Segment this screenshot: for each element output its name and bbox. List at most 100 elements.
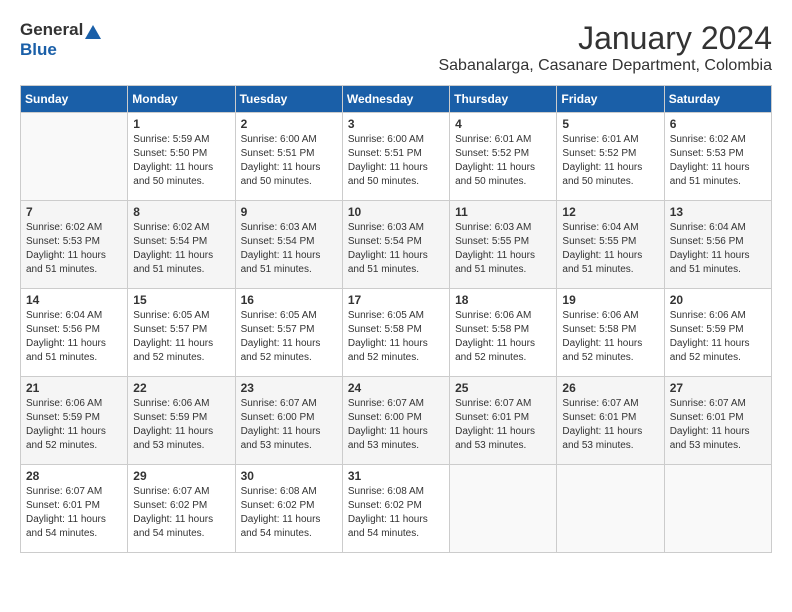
calendar-cell: 20 Sunrise: 6:06 AMSunset: 5:59 PMDaylig… xyxy=(664,289,771,377)
day-number: 25 xyxy=(455,381,551,395)
calendar-cell: 18 Sunrise: 6:06 AMSunset: 5:58 PMDaylig… xyxy=(450,289,557,377)
calendar-cell: 3 Sunrise: 6:00 AMSunset: 5:51 PMDayligh… xyxy=(342,113,449,201)
calendar-cell: 31 Sunrise: 6:08 AMSunset: 6:02 PMDaylig… xyxy=(342,465,449,553)
day-info: Sunrise: 6:07 AMSunset: 6:02 PMDaylight:… xyxy=(133,486,213,539)
calendar-cell: 30 Sunrise: 6:08 AMSunset: 6:02 PMDaylig… xyxy=(235,465,342,553)
day-number: 30 xyxy=(241,469,337,483)
calendar-cell xyxy=(664,465,771,553)
weekday-header-tuesday: Tuesday xyxy=(235,86,342,113)
calendar-table: SundayMondayTuesdayWednesdayThursdayFrid… xyxy=(20,85,772,553)
day-info: Sunrise: 6:03 AMSunset: 5:55 PMDaylight:… xyxy=(455,222,535,275)
day-info: Sunrise: 6:06 AMSunset: 5:59 PMDaylight:… xyxy=(26,398,106,451)
logo-triangle-icon xyxy=(85,25,101,39)
calendar-cell xyxy=(450,465,557,553)
day-info: Sunrise: 6:02 AMSunset: 5:53 PMDaylight:… xyxy=(670,134,750,187)
weekday-header-monday: Monday xyxy=(128,86,235,113)
day-info: Sunrise: 6:03 AMSunset: 5:54 PMDaylight:… xyxy=(241,222,321,275)
day-info: Sunrise: 6:02 AMSunset: 5:53 PMDaylight:… xyxy=(26,222,106,275)
calendar-cell: 13 Sunrise: 6:04 AMSunset: 5:56 PMDaylig… xyxy=(664,201,771,289)
calendar-cell: 24 Sunrise: 6:07 AMSunset: 6:00 PMDaylig… xyxy=(342,377,449,465)
calendar-cell: 26 Sunrise: 6:07 AMSunset: 6:01 PMDaylig… xyxy=(557,377,664,465)
day-info: Sunrise: 6:07 AMSunset: 6:00 PMDaylight:… xyxy=(348,398,428,451)
calendar-cell: 8 Sunrise: 6:02 AMSunset: 5:54 PMDayligh… xyxy=(128,201,235,289)
title-area: January 2024 Sabanalarga, Casanare Depar… xyxy=(438,20,772,75)
day-info: Sunrise: 6:06 AMSunset: 5:59 PMDaylight:… xyxy=(670,310,750,363)
day-info: Sunrise: 6:08 AMSunset: 6:02 PMDaylight:… xyxy=(241,486,321,539)
day-info: Sunrise: 6:01 AMSunset: 5:52 PMDaylight:… xyxy=(562,134,642,187)
day-number: 9 xyxy=(241,205,337,219)
day-number: 17 xyxy=(348,293,444,307)
weekday-header-thursday: Thursday xyxy=(450,86,557,113)
calendar-cell: 16 Sunrise: 6:05 AMSunset: 5:57 PMDaylig… xyxy=(235,289,342,377)
day-info: Sunrise: 6:08 AMSunset: 6:02 PMDaylight:… xyxy=(348,486,428,539)
day-info: Sunrise: 6:04 AMSunset: 5:56 PMDaylight:… xyxy=(26,310,106,363)
calendar-cell: 22 Sunrise: 6:06 AMSunset: 5:59 PMDaylig… xyxy=(128,377,235,465)
calendar-cell: 12 Sunrise: 6:04 AMSunset: 5:55 PMDaylig… xyxy=(557,201,664,289)
day-number: 3 xyxy=(348,117,444,131)
calendar-cell: 7 Sunrise: 6:02 AMSunset: 5:53 PMDayligh… xyxy=(21,201,128,289)
day-number: 4 xyxy=(455,117,551,131)
day-info: Sunrise: 6:05 AMSunset: 5:57 PMDaylight:… xyxy=(133,310,213,363)
header: General Blue January 2024 Sabanalarga, C… xyxy=(20,20,772,75)
day-number: 22 xyxy=(133,381,229,395)
calendar-cell: 5 Sunrise: 6:01 AMSunset: 5:52 PMDayligh… xyxy=(557,113,664,201)
month-title: January 2024 xyxy=(438,20,772,57)
day-number: 15 xyxy=(133,293,229,307)
subtitle: Sabanalarga, Casanare Department, Colomb… xyxy=(438,57,772,75)
day-number: 14 xyxy=(26,293,122,307)
day-number: 16 xyxy=(241,293,337,307)
day-info: Sunrise: 6:04 AMSunset: 5:56 PMDaylight:… xyxy=(670,222,750,275)
calendar-cell: 2 Sunrise: 6:00 AMSunset: 5:51 PMDayligh… xyxy=(235,113,342,201)
day-number: 18 xyxy=(455,293,551,307)
day-number: 23 xyxy=(241,381,337,395)
day-info: Sunrise: 6:00 AMSunset: 5:51 PMDaylight:… xyxy=(241,134,321,187)
day-number: 2 xyxy=(241,117,337,131)
day-info: Sunrise: 6:07 AMSunset: 6:01 PMDaylight:… xyxy=(562,398,642,451)
calendar-cell: 10 Sunrise: 6:03 AMSunset: 5:54 PMDaylig… xyxy=(342,201,449,289)
calendar-cell: 28 Sunrise: 6:07 AMSunset: 6:01 PMDaylig… xyxy=(21,465,128,553)
day-number: 21 xyxy=(26,381,122,395)
day-number: 28 xyxy=(26,469,122,483)
weekday-header-wednesday: Wednesday xyxy=(342,86,449,113)
weekday-header-friday: Friday xyxy=(557,86,664,113)
day-info: Sunrise: 6:01 AMSunset: 5:52 PMDaylight:… xyxy=(455,134,535,187)
day-info: Sunrise: 6:07 AMSunset: 6:01 PMDaylight:… xyxy=(455,398,535,451)
day-info: Sunrise: 6:06 AMSunset: 5:58 PMDaylight:… xyxy=(455,310,535,363)
day-number: 7 xyxy=(26,205,122,219)
day-number: 6 xyxy=(670,117,766,131)
day-info: Sunrise: 6:03 AMSunset: 5:54 PMDaylight:… xyxy=(348,222,428,275)
calendar-cell: 29 Sunrise: 6:07 AMSunset: 6:02 PMDaylig… xyxy=(128,465,235,553)
day-number: 31 xyxy=(348,469,444,483)
day-number: 13 xyxy=(670,205,766,219)
calendar-cell: 25 Sunrise: 6:07 AMSunset: 6:01 PMDaylig… xyxy=(450,377,557,465)
calendar-cell: 1 Sunrise: 5:59 AMSunset: 5:50 PMDayligh… xyxy=(128,113,235,201)
calendar-cell: 21 Sunrise: 6:06 AMSunset: 5:59 PMDaylig… xyxy=(21,377,128,465)
calendar-cell xyxy=(21,113,128,201)
day-info: Sunrise: 6:00 AMSunset: 5:51 PMDaylight:… xyxy=(348,134,428,187)
weekday-header-saturday: Saturday xyxy=(664,86,771,113)
calendar-cell xyxy=(557,465,664,553)
calendar-cell: 6 Sunrise: 6:02 AMSunset: 5:53 PMDayligh… xyxy=(664,113,771,201)
day-number: 26 xyxy=(562,381,658,395)
day-info: Sunrise: 6:07 AMSunset: 6:01 PMDaylight:… xyxy=(26,486,106,539)
day-number: 5 xyxy=(562,117,658,131)
calendar-cell: 19 Sunrise: 6:06 AMSunset: 5:58 PMDaylig… xyxy=(557,289,664,377)
day-info: Sunrise: 6:05 AMSunset: 5:58 PMDaylight:… xyxy=(348,310,428,363)
day-number: 10 xyxy=(348,205,444,219)
logo-general: General xyxy=(20,20,83,39)
day-number: 19 xyxy=(562,293,658,307)
calendar-cell: 14 Sunrise: 6:04 AMSunset: 5:56 PMDaylig… xyxy=(21,289,128,377)
calendar-cell: 17 Sunrise: 6:05 AMSunset: 5:58 PMDaylig… xyxy=(342,289,449,377)
day-number: 8 xyxy=(133,205,229,219)
day-number: 24 xyxy=(348,381,444,395)
logo-blue: Blue xyxy=(20,40,57,59)
calendar-cell: 9 Sunrise: 6:03 AMSunset: 5:54 PMDayligh… xyxy=(235,201,342,289)
day-info: Sunrise: 6:06 AMSunset: 5:59 PMDaylight:… xyxy=(133,398,213,451)
day-info: Sunrise: 6:04 AMSunset: 5:55 PMDaylight:… xyxy=(562,222,642,275)
weekday-header-sunday: Sunday xyxy=(21,86,128,113)
day-info: Sunrise: 5:59 AMSunset: 5:50 PMDaylight:… xyxy=(133,134,213,187)
calendar-cell: 27 Sunrise: 6:07 AMSunset: 6:01 PMDaylig… xyxy=(664,377,771,465)
day-number: 29 xyxy=(133,469,229,483)
calendar-cell: 11 Sunrise: 6:03 AMSunset: 5:55 PMDaylig… xyxy=(450,201,557,289)
calendar-cell: 4 Sunrise: 6:01 AMSunset: 5:52 PMDayligh… xyxy=(450,113,557,201)
